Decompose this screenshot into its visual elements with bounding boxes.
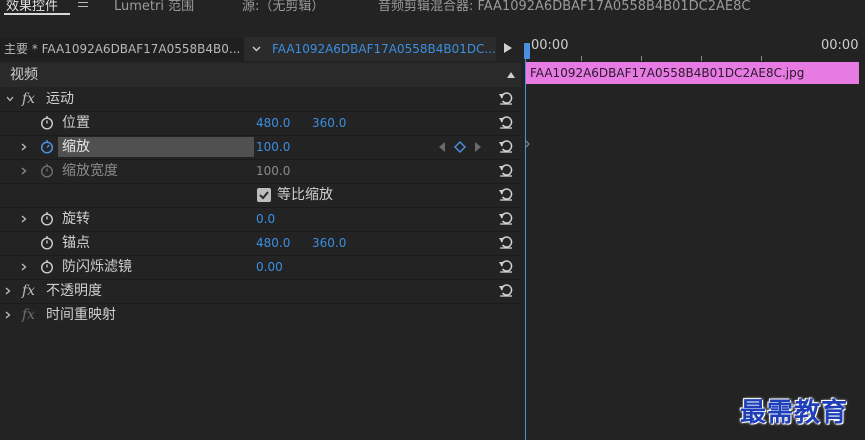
- uniform-scale-checkbox[interactable]: [257, 188, 271, 202]
- reset-icon[interactable]: [498, 282, 514, 298]
- watermark-logo: 最需教育: [740, 398, 849, 428]
- chevron-up-icon[interactable]: [507, 72, 515, 78]
- effect-controls-panel: 视频 fx 运动 位置 480.0 360.0 缩放 100.0 缩放宽度 10…: [0, 61, 521, 440]
- effect-row-time-remapping[interactable]: fx 时间重映射: [0, 303, 521, 327]
- tab-source[interactable]: 源:（无剪辑）: [242, 0, 324, 14]
- reset-icon[interactable]: [498, 162, 514, 178]
- reset-icon[interactable]: [498, 186, 514, 202]
- fx-icon: fx: [22, 307, 36, 323]
- chevron-right-icon[interactable]: [20, 167, 28, 175]
- timecode-start: 00:00: [531, 38, 569, 53]
- uniform-scale-label: 等比缩放: [277, 187, 333, 203]
- play-icon[interactable]: [504, 43, 512, 53]
- chevron-right-icon[interactable]: [20, 215, 28, 223]
- rotation-value[interactable]: 0.0: [256, 207, 275, 231]
- time-remapping-label: 时间重映射: [46, 307, 116, 323]
- scale-value[interactable]: 100.0: [256, 135, 290, 159]
- stopwatch-icon[interactable]: [40, 139, 54, 154]
- scale-label: 缩放: [62, 139, 90, 155]
- effect-timeline-panel[interactable]: 00:00 00:00 FAA1092A6DBAF17A0558B4B01DC2…: [521, 37, 865, 440]
- property-row-rotation: 旋转 0.0: [0, 207, 521, 231]
- position-label: 位置: [62, 115, 90, 131]
- chevron-right-icon[interactable]: [4, 311, 12, 319]
- anti-flicker-value[interactable]: 0.00: [256, 255, 283, 279]
- video-section-label: 视频: [10, 67, 38, 83]
- effect-row-opacity[interactable]: fx 不透明度: [0, 279, 521, 303]
- stopwatch-icon[interactable]: [40, 259, 54, 274]
- stopwatch-icon[interactable]: [40, 115, 54, 130]
- effect-row-motion[interactable]: fx 运动: [0, 87, 521, 111]
- reset-icon[interactable]: [498, 90, 514, 106]
- keyframe-diamond-icon[interactable]: [454, 141, 466, 153]
- fx-icon[interactable]: fx: [22, 87, 35, 111]
- property-row-scale: 缩放 100.0: [0, 135, 521, 159]
- master-clip-selector[interactable]: 主要 * FAA1092A6DBAF17A0558B4B0...: [0, 37, 244, 61]
- tab-lumetri-scopes[interactable]: Lumetri 范围: [114, 0, 194, 14]
- rotation-label: 旋转: [62, 211, 90, 227]
- tab-effect-controls[interactable]: 效果控件: [6, 0, 58, 14]
- chevron-down-icon[interactable]: [6, 95, 14, 103]
- reset-icon[interactable]: [498, 138, 514, 154]
- previous-keyframe-icon[interactable]: [438, 141, 446, 153]
- property-row-anti-flicker: 防闪烁滤镜 0.00: [0, 255, 521, 279]
- scale-width-label: 缩放宽度: [62, 163, 118, 179]
- stopwatch-icon: [40, 164, 54, 178]
- reset-icon[interactable]: [498, 234, 514, 250]
- time-ruler[interactable]: 00:00 00:00: [521, 37, 865, 61]
- stopwatch-icon[interactable]: [40, 211, 54, 226]
- chevron-right-icon[interactable]: [4, 287, 12, 295]
- anchor-y-value[interactable]: 360.0: [312, 231, 346, 255]
- reset-icon[interactable]: [498, 114, 514, 130]
- timeline-clip[interactable]: FAA1092A6DBAF17A0558B4B01DC2AE8C.jpg: [526, 62, 859, 84]
- property-row-anchor-point: 锚点 480.0 360.0: [0, 231, 521, 255]
- position-x-value[interactable]: 480.0: [256, 111, 290, 135]
- anchor-x-value[interactable]: 480.0: [256, 231, 290, 255]
- property-row-position: 位置 480.0 360.0: [0, 111, 521, 135]
- next-keyframe-icon[interactable]: [474, 141, 482, 153]
- scale-width-value: 100.0: [256, 164, 291, 178]
- property-row-uniform-scale: 等比缩放: [0, 183, 521, 207]
- timecode-end: 00:00: [821, 38, 859, 53]
- anti-flicker-label: 防闪烁滤镜: [62, 259, 132, 275]
- tab-audio-clip-mixer[interactable]: 音频剪辑混合器: FAA1092A6DBAF17A0558B4B01DC2AE8…: [378, 0, 750, 14]
- opacity-label: 不透明度: [46, 283, 102, 299]
- fx-icon[interactable]: fx: [22, 279, 35, 303]
- property-row-scale-width: 缩放宽度 100.0: [0, 159, 521, 183]
- anchor-point-label: 锚点: [62, 235, 90, 251]
- panel-tab-bar: 效果控件 Lumetri 范围 源:（无剪辑） 音频剪辑混合器: FAA1092…: [0, 0, 865, 16]
- menu-icon[interactable]: [78, 0, 88, 8]
- chevron-right-icon[interactable]: [20, 263, 28, 271]
- sequence-clip-selector[interactable]: FAA1092A6DBAF17A0558B4B01DC...: [244, 37, 496, 61]
- reset-icon[interactable]: [498, 210, 514, 226]
- stopwatch-icon[interactable]: [40, 235, 54, 250]
- video-section-header[interactable]: 视频: [0, 63, 521, 87]
- position-y-value[interactable]: 360.0: [312, 111, 346, 135]
- reset-icon[interactable]: [498, 258, 514, 274]
- playhead-line[interactable]: [525, 43, 526, 440]
- chevron-right-icon[interactable]: [20, 143, 28, 151]
- checkbox-icon: [259, 191, 269, 200]
- chevron-down-icon[interactable]: [252, 44, 261, 53]
- active-tab-underline: [4, 13, 70, 15]
- motion-label: 运动: [46, 91, 74, 107]
